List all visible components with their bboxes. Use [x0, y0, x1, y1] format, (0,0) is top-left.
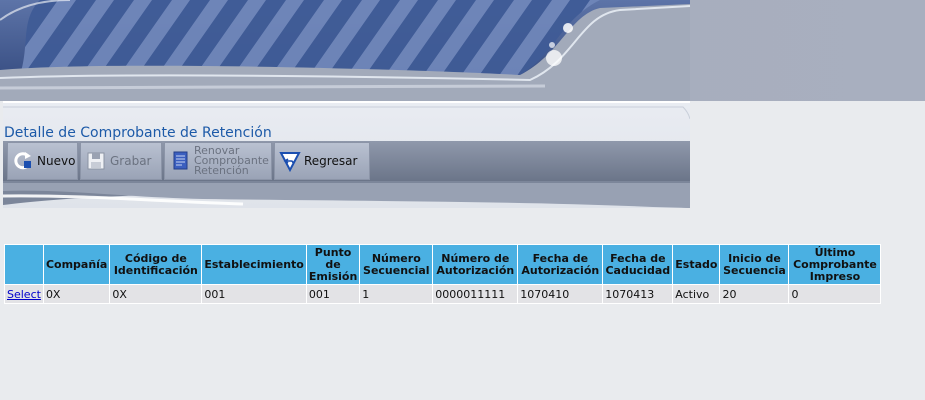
column-header-numero-secuencial: Número Secuencial	[359, 244, 434, 285]
compania-cell: 0X	[42, 284, 111, 304]
renovar-comprobante-button[interactable]: Renovar Comprobante Retención	[164, 142, 272, 180]
numero-autorizacion-cell: 0000011111	[432, 284, 519, 304]
fecha-autorizacion-cell: 1070410	[517, 284, 604, 304]
ultimo-comprobante-cell: 0	[788, 284, 882, 304]
column-header-fecha-autorizacion: Fecha de Autorización	[517, 244, 604, 285]
save-icon	[85, 150, 107, 172]
header-banner	[0, 0, 925, 101]
column-header-establecimiento: Establecimiento	[201, 244, 307, 285]
nuevo-button[interactable]: Nuevo	[7, 142, 78, 180]
column-header-fecha-caducidad: Fecha de Caducidad	[602, 244, 674, 285]
table-header-row: Compañía Código de Identificación Establ…	[4, 244, 882, 285]
estado-cell: Activo	[672, 284, 721, 304]
table-row: Select 0X 0X 001 001 1 0000011111 107041…	[4, 284, 882, 304]
grabar-button[interactable]: Grabar	[80, 142, 162, 180]
document-icon	[169, 150, 191, 172]
toolbar: Nuevo Grabar Renovar Comprobante Retenci…	[7, 142, 370, 180]
column-header-ultimo-comprobante: Último Comprobante Impreso	[788, 244, 882, 285]
nuevo-label: Nuevo	[37, 154, 76, 168]
comprobantes-table: Compañía Código de Identificación Establ…	[4, 244, 882, 304]
refresh-icon	[12, 150, 34, 172]
column-header-punto-emision: Punto de Emisión	[305, 244, 361, 285]
page-title: Detalle de Comprobante de Retención	[4, 125, 272, 141]
column-header-compania: Compañía	[42, 244, 111, 285]
column-header-numero-autorizacion: Número de Autorización	[432, 244, 519, 285]
regresar-button[interactable]: Regresar	[274, 142, 370, 180]
numero-secuencial-cell: 1	[359, 284, 434, 304]
punto-emision-cell: 001	[305, 284, 361, 304]
regresar-label: Regresar	[304, 154, 358, 168]
column-header-select	[4, 244, 44, 285]
fecha-caducidad-cell: 1070413	[602, 284, 674, 304]
back-arrow-icon	[279, 150, 301, 172]
grabar-label: Grabar	[110, 154, 152, 168]
select-cell: Select	[4, 284, 44, 304]
codigo-cell: 0X	[109, 284, 203, 304]
column-header-estado: Estado	[672, 244, 721, 285]
renovar-label: Renovar Comprobante Retención	[194, 144, 269, 177]
title-panel: Detalle de Comprobante de Retención Nuev…	[3, 101, 690, 208]
establecimiento-cell: 001	[201, 284, 307, 304]
column-header-codigo: Código de Identificación	[109, 244, 203, 285]
column-header-inicio-secuencia: Inicio de Secuencia	[719, 244, 790, 285]
select-link[interactable]: Select	[7, 288, 41, 301]
inicio-secuencia-cell: 20	[719, 284, 790, 304]
